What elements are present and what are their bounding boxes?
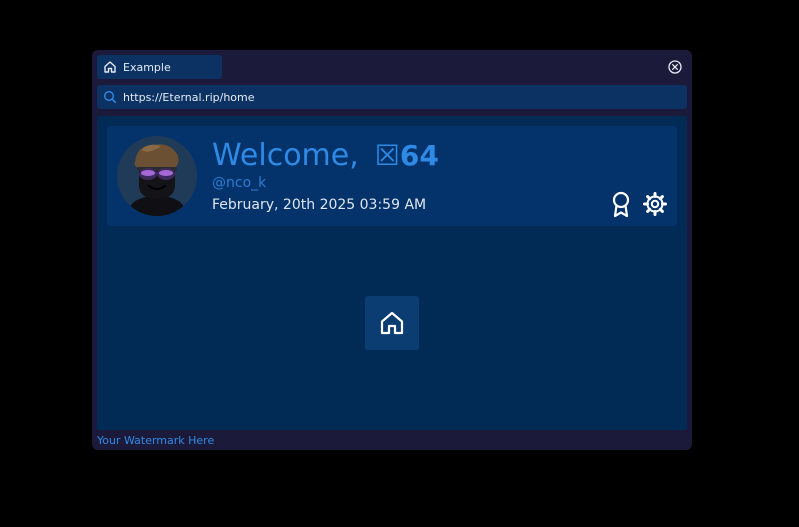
url-text[interactable]: https://Eternal.rip/home <box>123 91 255 104</box>
award-icon <box>612 191 630 218</box>
avatar <box>117 136 197 216</box>
tab-label: Example <box>123 60 171 74</box>
app-window: Example https://Eternal.rip/home Welcome… <box>92 50 692 450</box>
home-button[interactable] <box>365 296 419 350</box>
url-bar[interactable]: https://Eternal.rip/home <box>97 85 687 109</box>
settings-button[interactable] <box>642 190 668 218</box>
main-content: Welcome, ☒64 @nco_k February, 20th 2025 … <box>97 116 687 430</box>
home-icon <box>380 311 404 335</box>
profile-card: Welcome, ☒64 @nco_k February, 20th 2025 … <box>107 126 677 226</box>
gear-icon <box>643 192 667 216</box>
display-name: ☒64 <box>374 139 439 172</box>
date-time: February, 20th 2025 03:59 AM <box>212 197 427 213</box>
close-button[interactable] <box>668 60 682 74</box>
watermark-text: Your Watermark Here <box>97 434 215 447</box>
welcome-label: Welcome, <box>212 138 359 173</box>
tab-example[interactable]: Example <box>97 55 222 79</box>
home-icon <box>103 60 117 74</box>
search-icon <box>103 90 117 104</box>
user-handle: @nco_k <box>212 175 267 191</box>
awards-button[interactable] <box>609 190 633 218</box>
close-circle-icon <box>668 60 682 74</box>
welcome-heading: Welcome, ☒64 <box>212 138 439 173</box>
